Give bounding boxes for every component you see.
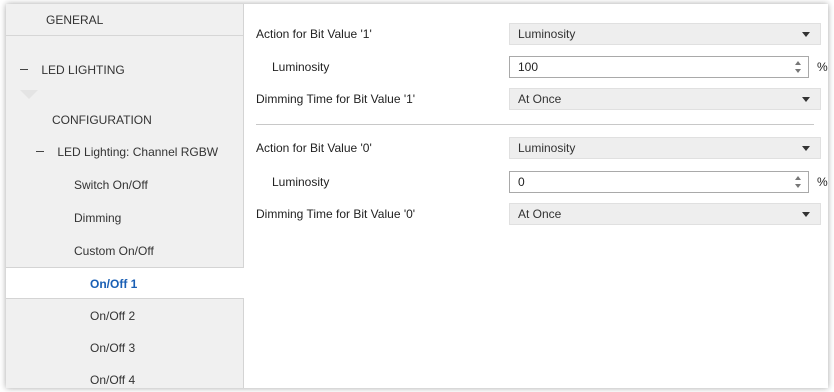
luminosity-bit0-input[interactable]: 0	[509, 171, 809, 193]
dimming-bit1-row: Dimming Time for Bit Value '1' At Once	[244, 87, 828, 111]
sidebar-item-label: On/Off 4	[90, 373, 136, 387]
luminosity-bit0-value: 0	[518, 175, 525, 189]
luminosity-bit1-row: Luminosity 100 %	[244, 55, 828, 79]
sidebar-item-channel-rgbw[interactable]: LED Lighting: Channel RGBW	[6, 136, 243, 168]
parameters-panel: Action for Bit Value '1' Luminosity Lumi…	[244, 4, 828, 388]
spin-down-icon[interactable]	[795, 69, 801, 73]
action-bit1-select[interactable]: Luminosity	[509, 23, 821, 45]
sidebar-item-label: LED Lighting: Channel RGBW	[57, 145, 219, 159]
luminosity-bit1-label: Luminosity	[272, 60, 330, 74]
sidebar-item-on-off-4[interactable]: On/Off 4	[6, 364, 243, 388]
dimming-bit0-select[interactable]: At Once	[509, 203, 821, 225]
sidebar-item-label: Switch On/Off	[74, 178, 148, 192]
sidebar-item-label: On/Off 3	[90, 341, 136, 355]
luminosity-bit0-label: Luminosity	[272, 175, 330, 189]
chevron-down-icon	[802, 146, 810, 151]
luminosity-bit1-value: 100	[518, 60, 539, 74]
luminosity-bit1-input[interactable]: 100	[509, 56, 809, 78]
group-divider	[256, 124, 814, 125]
sidebar-item-led-lighting[interactable]: LED LIGHTING	[6, 54, 243, 86]
chevron-down-icon	[802, 212, 810, 217]
sidebar-item-on-off-2[interactable]: On/Off 2	[6, 300, 243, 332]
action-bit0-row: Action for Bit Value '0' Luminosity	[244, 136, 828, 160]
sidebar-item-configuration[interactable]: CONFIGURATION	[6, 104, 243, 136]
spin-up-icon[interactable]	[795, 176, 801, 180]
sidebar: GENERAL LED LIGHTING CONFIGURATION LED L…	[6, 4, 244, 388]
spin-down-icon[interactable]	[795, 184, 801, 188]
sidebar-item-label: GENERAL	[46, 13, 104, 27]
sidebar-item-custom-on-off[interactable]: Custom On/Off	[6, 235, 243, 267]
section-notch	[20, 90, 38, 99]
sidebar-item-label: LED LIGHTING	[41, 63, 125, 77]
luminosity-bit0-row: Luminosity 0 %	[244, 170, 828, 194]
action-bit1-value: Luminosity	[518, 27, 576, 41]
sidebar-item-label: Custom On/Off	[74, 244, 154, 258]
dimming-bit0-row: Dimming Time for Bit Value '0' At Once	[244, 202, 828, 226]
dimming-bit1-label: Dimming Time for Bit Value '1'	[256, 92, 416, 106]
luminosity-bit0-unit: %	[817, 175, 828, 189]
window: GENERAL LED LIGHTING CONFIGURATION LED L…	[6, 4, 828, 388]
sidebar-item-label: Dimming	[74, 211, 122, 225]
luminosity-bit1-unit: %	[817, 60, 828, 74]
action-bit0-value: Luminosity	[518, 141, 576, 155]
sidebar-item-on-off-1[interactable]: On/Off 1	[6, 267, 244, 299]
dimming-bit0-label: Dimming Time for Bit Value '0'	[256, 207, 416, 221]
chevron-down-icon	[802, 97, 810, 102]
spin-stepper-icon[interactable]	[794, 59, 804, 75]
sidebar-item-label: CONFIGURATION	[52, 113, 152, 127]
action-bit1-row: Action for Bit Value '1' Luminosity	[244, 22, 828, 46]
dimming-bit1-select[interactable]: At Once	[509, 88, 821, 110]
spin-stepper-icon[interactable]	[794, 174, 804, 190]
sidebar-item-general[interactable]: GENERAL	[6, 4, 243, 36]
sidebar-item-dimming[interactable]: Dimming	[6, 202, 243, 234]
dimming-bit1-value: At Once	[518, 92, 562, 106]
dimming-bit0-value: At Once	[518, 207, 562, 221]
action-bit0-select[interactable]: Luminosity	[509, 137, 821, 159]
action-bit1-label: Action for Bit Value '1'	[256, 27, 372, 41]
spin-up-icon[interactable]	[795, 61, 801, 65]
action-bit0-label: Action for Bit Value '0'	[256, 141, 372, 155]
sidebar-item-label: On/Off 2	[90, 309, 136, 323]
sidebar-item-label: On/Off 1	[90, 277, 138, 291]
sidebar-item-on-off-3[interactable]: On/Off 3	[6, 332, 243, 364]
chevron-down-icon	[802, 32, 810, 37]
collapse-icon[interactable]	[20, 69, 28, 71]
collapse-icon[interactable]	[36, 151, 44, 153]
sidebar-item-switch-on-off[interactable]: Switch On/Off	[6, 169, 243, 201]
